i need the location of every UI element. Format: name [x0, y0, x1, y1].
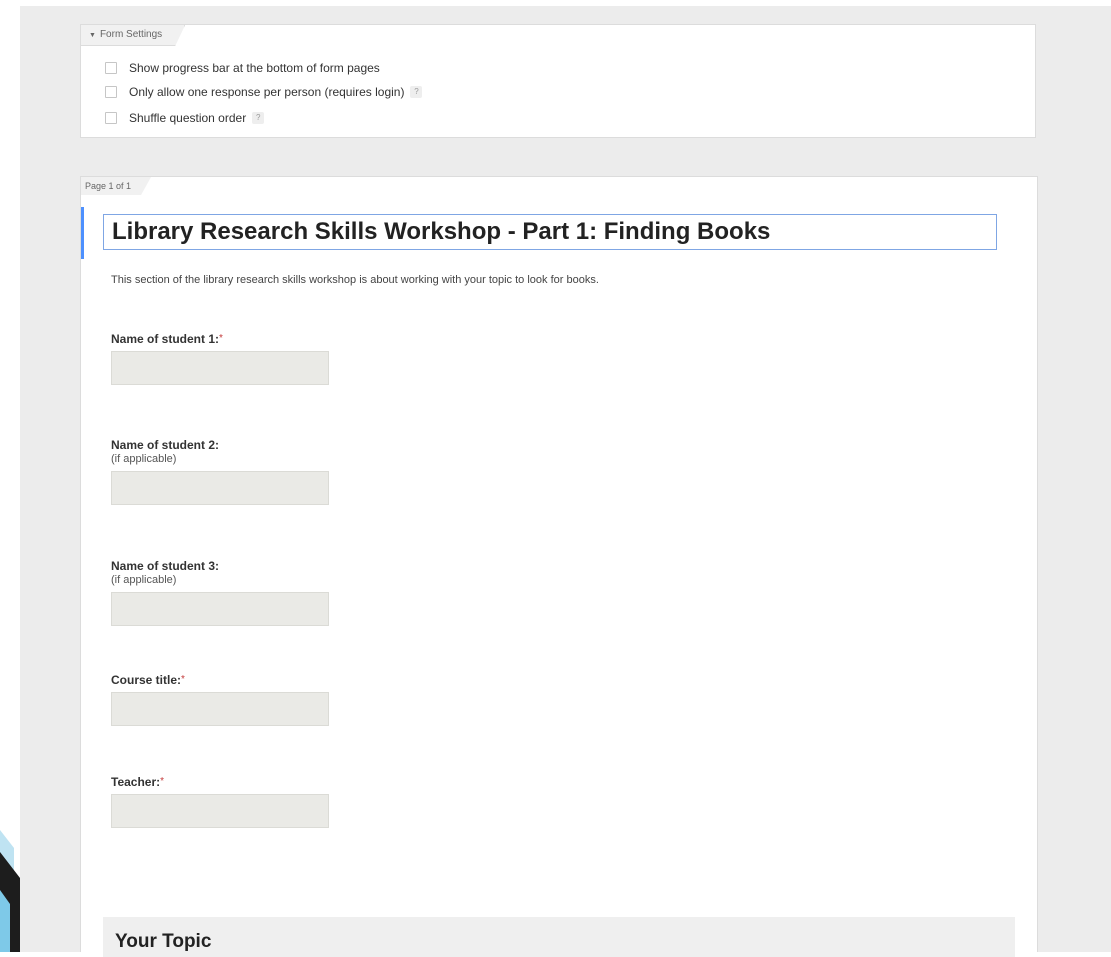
form-page-panel: Page 1 of 1 This section of the library …	[80, 176, 1038, 957]
required-marker: *	[219, 333, 223, 344]
question-help-text: (if applicable)	[111, 453, 177, 465]
question-student-3: Name of student 3: (if applicable)	[111, 559, 411, 626]
question-label: Name of student 1:	[111, 332, 220, 346]
required-marker: *	[181, 674, 185, 685]
question-label: Name of student 2:	[111, 438, 220, 452]
setting-one-response: Only allow one response per person (requ…	[105, 83, 423, 101]
title-focus-bar	[81, 207, 84, 259]
progress-bar-checkbox[interactable]	[105, 62, 117, 74]
help-icon[interactable]: ?	[252, 112, 265, 124]
form-settings-label: Form Settings	[99, 29, 163, 40]
teacher-input[interactable]	[111, 794, 329, 828]
one-response-checkbox[interactable]	[105, 86, 117, 98]
question-help-text: (if applicable)	[111, 574, 177, 586]
page-indicator: Page 1 of 1	[81, 177, 151, 195]
question-label: Course title:	[111, 673, 182, 687]
question-teacher: Teacher:*	[111, 775, 411, 828]
setting-label: Only allow one response per person (requ…	[129, 85, 405, 99]
question-student-1: Name of student 1:*	[111, 332, 411, 385]
student-1-input[interactable]	[111, 351, 329, 385]
question-label: Teacher:	[111, 775, 161, 789]
caret-down-icon: ▼	[89, 32, 96, 39]
setting-progress-bar: Show progress bar at the bottom of form …	[105, 59, 380, 77]
section-header-your-topic[interactable]: Your Topic	[103, 917, 1015, 957]
student-2-input[interactable]	[111, 471, 329, 505]
section-title: Your Topic	[115, 931, 212, 952]
setting-label: Show progress bar at the bottom of form …	[129, 61, 380, 75]
help-icon[interactable]: ?	[410, 86, 423, 98]
form-description: This section of the library research ski…	[111, 274, 599, 286]
course-title-input[interactable]	[111, 692, 329, 726]
setting-label: Shuffle question order	[129, 111, 247, 125]
shuffle-order-checkbox[interactable]	[105, 112, 117, 124]
question-course-title: Course title:*	[111, 673, 411, 726]
form-settings-panel: ▼ Form Settings Show progress bar at the …	[80, 24, 1036, 138]
form-settings-toggle[interactable]: ▼ Form Settings	[81, 25, 185, 46]
form-title-input[interactable]	[103, 214, 997, 250]
required-marker: *	[160, 776, 165, 787]
student-3-input[interactable]	[111, 592, 329, 626]
question-student-2: Name of student 2: (if applicable)	[111, 438, 411, 505]
question-label: Name of student 3:	[111, 559, 220, 573]
setting-shuffle-order: Shuffle question order ?	[105, 109, 265, 127]
